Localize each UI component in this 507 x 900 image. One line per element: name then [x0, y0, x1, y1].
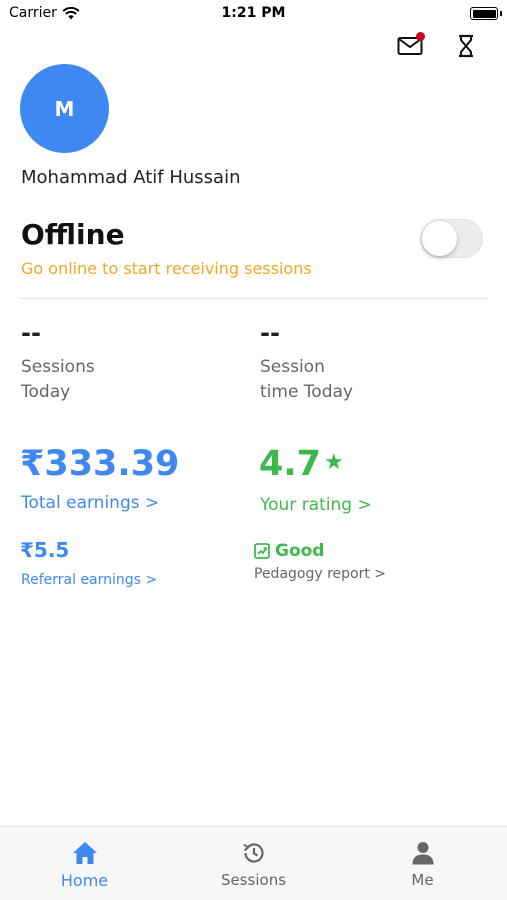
pedagogy-report-link[interactable]: Pedagogy report >	[254, 566, 386, 582]
pedagogy-value-row: Good	[254, 541, 324, 561]
timer-button[interactable]	[453, 34, 479, 58]
total-earnings-value: ₹333.39	[20, 444, 180, 484]
user-name: Mohammad Atif Hussain	[21, 167, 241, 188]
rating-value-row: 4.7 ★	[259, 447, 344, 482]
session-time-label-line1: Session	[260, 357, 325, 377]
hourglass-icon	[459, 34, 473, 58]
tab-me[interactable]: Me	[338, 827, 507, 900]
rating-value: 4.7	[259, 444, 322, 484]
referral-earnings-value: ₹5.5	[20, 538, 70, 562]
divider	[20, 298, 488, 299]
total-earnings-link[interactable]: Total earnings >	[21, 493, 159, 513]
online-toggle[interactable]	[420, 219, 483, 258]
battery-icon	[470, 7, 498, 20]
tab-sessions[interactable]: Sessions	[169, 827, 338, 900]
star-icon: ★	[324, 450, 344, 475]
availability-title: Offline	[21, 218, 125, 251]
toggle-knob	[422, 221, 457, 256]
rating-link[interactable]: Your rating >	[260, 495, 372, 515]
home-icon	[72, 840, 98, 866]
top-actions	[397, 32, 479, 58]
tab-home[interactable]: Home	[0, 827, 169, 900]
sessions-today-value: --	[21, 319, 41, 347]
person-icon	[410, 840, 436, 866]
sessions-today-stat: -- Sessions Today	[21, 321, 95, 405]
pedagogy-value: Good	[275, 541, 325, 561]
tab-me-label: Me	[411, 871, 434, 889]
session-time-value: --	[260, 319, 280, 347]
tab-bar: Home Sessions Me	[0, 826, 507, 900]
tab-sessions-label: Sessions	[220, 871, 287, 889]
sessions-today-label-line2: Today	[21, 382, 71, 402]
sessions-today-label: Sessions Today	[21, 355, 95, 405]
session-time-label-line2: time Today	[260, 382, 353, 402]
session-time-stat: -- Session time Today	[260, 321, 353, 405]
availability-subtitle: Go online to start receiving sessions	[21, 259, 312, 278]
avatar[interactable]: M	[20, 64, 109, 153]
sessions-today-label-line1: Sessions	[21, 357, 95, 377]
status-bar: Carrier 1:21 PM	[0, 0, 507, 28]
trend-up-icon	[254, 543, 270, 559]
referral-earnings-link[interactable]: Referral earnings >	[21, 572, 157, 588]
status-time: 1:21 PM	[221, 5, 286, 21]
session-time-label: Session time Today	[260, 355, 353, 405]
tab-home-label: Home	[60, 871, 109, 890]
inbox-button[interactable]	[397, 32, 425, 58]
history-icon	[241, 840, 267, 866]
battery-tip	[500, 11, 502, 16]
notification-dot	[416, 32, 425, 41]
